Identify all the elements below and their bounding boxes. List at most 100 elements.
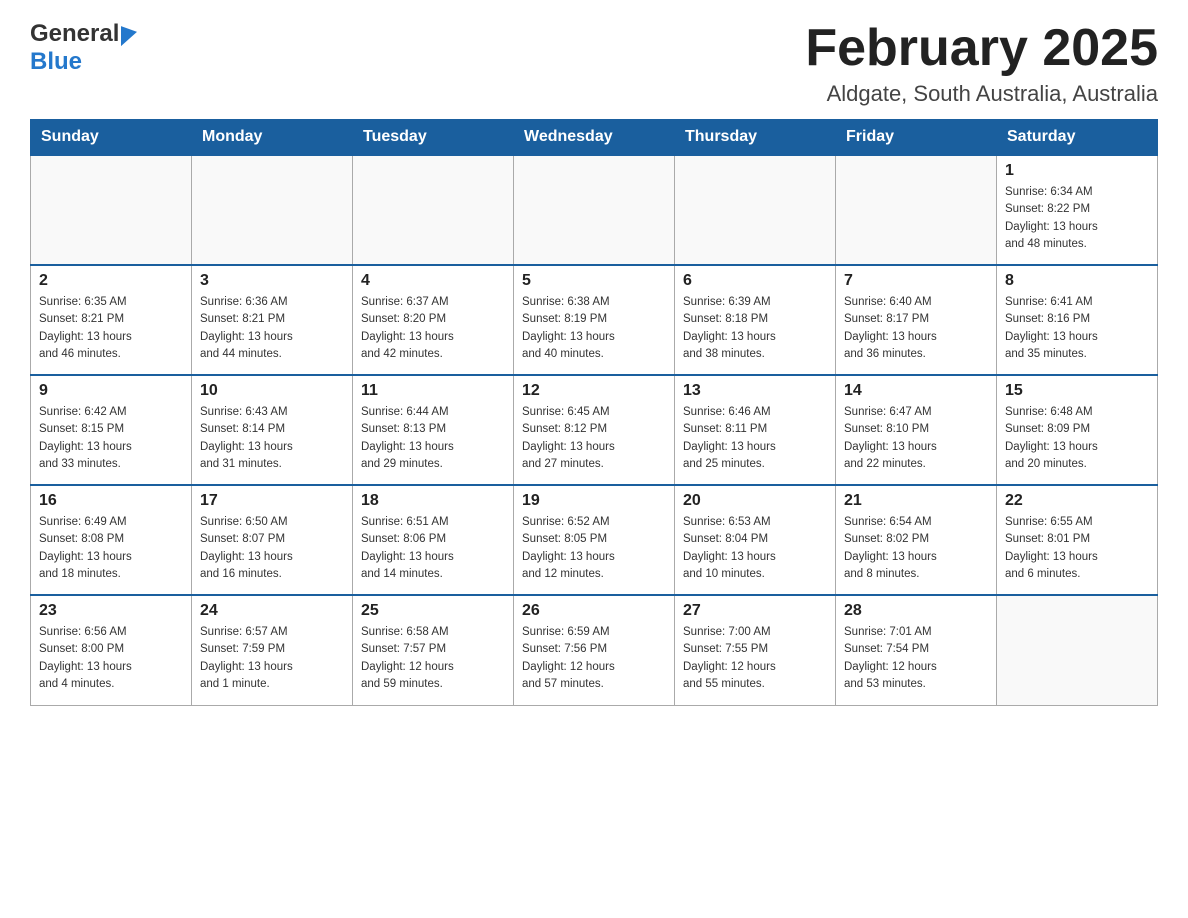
- day-number: 15: [1005, 382, 1149, 400]
- day-number: 24: [200, 602, 344, 620]
- calendar-cell: 3 Sunrise: 6:36 AMSunset: 8:21 PMDaylight…: [192, 265, 353, 375]
- calendar-cell: [192, 155, 353, 265]
- calendar-cell: [836, 155, 997, 265]
- day-number: 4: [361, 272, 505, 290]
- day-info: Sunrise: 6:54 AMSunset: 8:02 PMDaylight:…: [844, 514, 988, 583]
- title-block: February 2025 Aldgate, South Australia, …: [805, 20, 1158, 107]
- calendar-cell: 6 Sunrise: 6:39 AMSunset: 8:18 PMDaylight…: [675, 265, 836, 375]
- calendar-cell: 13 Sunrise: 6:46 AMSunset: 8:11 PMDayligh…: [675, 375, 836, 485]
- weekday-header-monday: Monday: [192, 120, 353, 156]
- calendar-cell: 23Sunrise: 6:56 AMSunset: 8:00 PMDayligh…: [31, 595, 192, 705]
- calendar-cell: 2 Sunrise: 6:35 AMSunset: 8:21 PMDaylight…: [31, 265, 192, 375]
- week-row-3: 9 Sunrise: 6:42 AMSunset: 8:15 PMDaylight…: [31, 375, 1158, 485]
- day-number: 25: [361, 602, 505, 620]
- day-number: 28: [844, 602, 988, 620]
- logo-arrow-icon: [121, 22, 137, 46]
- day-info: Sunrise: 6:47 AMSunset: 8:10 PMDaylight:…: [844, 404, 988, 473]
- day-info: Sunrise: 7:01 AMSunset: 7:54 PMDaylight:…: [844, 624, 988, 693]
- day-info: Sunrise: 6:39 AMSunset: 8:18 PMDaylight:…: [683, 294, 827, 363]
- calendar-cell: [675, 155, 836, 265]
- calendar-cell: 26Sunrise: 6:59 AMSunset: 7:56 PMDayligh…: [514, 595, 675, 705]
- calendar-cell: [514, 155, 675, 265]
- weekday-header-friday: Friday: [836, 120, 997, 156]
- day-info: Sunrise: 6:55 AMSunset: 8:01 PMDaylight:…: [1005, 514, 1149, 583]
- day-info: Sunrise: 6:35 AMSunset: 8:21 PMDaylight:…: [39, 294, 183, 363]
- week-row-1: 1 Sunrise: 6:34 AMSunset: 8:22 PMDaylight…: [31, 155, 1158, 265]
- calendar-cell: 24 Sunrise: 6:57 AMSunset: 7:59 PMDayligh…: [192, 595, 353, 705]
- week-row-5: 23Sunrise: 6:56 AMSunset: 8:00 PMDayligh…: [31, 595, 1158, 705]
- day-number: 1: [1005, 162, 1149, 180]
- day-info: Sunrise: 6:58 AMSunset: 7:57 PMDaylight:…: [361, 624, 505, 693]
- day-number: 2: [39, 272, 183, 290]
- calendar-table: SundayMondayTuesdayWednesdayThursdayFrid…: [30, 119, 1158, 706]
- day-info: Sunrise: 6:53 AMSunset: 8:04 PMDaylight:…: [683, 514, 827, 583]
- calendar-cell: 12 Sunrise: 6:45 AMSunset: 8:12 PMDayligh…: [514, 375, 675, 485]
- day-number: 7: [844, 272, 988, 290]
- day-number: 23: [39, 602, 183, 620]
- calendar-cell: 19 Sunrise: 6:52 AMSunset: 8:05 PMDayligh…: [514, 485, 675, 595]
- day-number: 13: [683, 382, 827, 400]
- day-info: Sunrise: 6:51 AMSunset: 8:06 PMDaylight:…: [361, 514, 505, 583]
- day-number: 26: [522, 602, 666, 620]
- calendar-cell: [31, 155, 192, 265]
- day-number: 21: [844, 492, 988, 510]
- day-number: 5: [522, 272, 666, 290]
- weekday-header-saturday: Saturday: [997, 120, 1158, 156]
- calendar-cell: 21 Sunrise: 6:54 AMSunset: 8:02 PMDayligh…: [836, 485, 997, 595]
- day-info: Sunrise: 6:46 AMSunset: 8:11 PMDaylight:…: [683, 404, 827, 473]
- weekday-header-sunday: Sunday: [31, 120, 192, 156]
- calendar-cell: 14 Sunrise: 6:47 AMSunset: 8:10 PMDayligh…: [836, 375, 997, 485]
- calendar-cell: 4Sunrise: 6:37 AMSunset: 8:20 PMDaylight…: [353, 265, 514, 375]
- calendar-cell: 16Sunrise: 6:49 AMSunset: 8:08 PMDayligh…: [31, 485, 192, 595]
- calendar-cell: 25 Sunrise: 6:58 AMSunset: 7:57 PMDayligh…: [353, 595, 514, 705]
- day-info: Sunrise: 6:42 AMSunset: 8:15 PMDaylight:…: [39, 404, 183, 473]
- calendar-cell: [997, 595, 1158, 705]
- location-subtitle: Aldgate, South Australia, Australia: [805, 81, 1158, 107]
- calendar-cell: 8Sunrise: 6:41 AMSunset: 8:16 PMDaylight…: [997, 265, 1158, 375]
- day-info: Sunrise: 6:36 AMSunset: 8:21 PMDaylight:…: [200, 294, 344, 363]
- day-info: Sunrise: 6:45 AMSunset: 8:12 PMDaylight:…: [522, 404, 666, 473]
- day-number: 10: [200, 382, 344, 400]
- logo: General Blue: [30, 20, 137, 76]
- logo-general-text: General: [30, 20, 119, 48]
- day-info: Sunrise: 6:52 AMSunset: 8:05 PMDaylight:…: [522, 514, 666, 583]
- calendar-cell: 22 Sunrise: 6:55 AMSunset: 8:01 PMDayligh…: [997, 485, 1158, 595]
- page-header: General Blue February 2025 Aldgate, Sout…: [30, 20, 1158, 107]
- day-number: 22: [1005, 492, 1149, 510]
- day-info: Sunrise: 6:38 AMSunset: 8:19 PMDaylight:…: [522, 294, 666, 363]
- day-number: 12: [522, 382, 666, 400]
- day-number: 14: [844, 382, 988, 400]
- calendar-cell: 10Sunrise: 6:43 AMSunset: 8:14 PMDayligh…: [192, 375, 353, 485]
- calendar-cell: 27 Sunrise: 7:00 AMSunset: 7:55 PMDayligh…: [675, 595, 836, 705]
- day-number: 17: [200, 492, 344, 510]
- day-number: 27: [683, 602, 827, 620]
- day-number: 9: [39, 382, 183, 400]
- day-number: 6: [683, 272, 827, 290]
- day-number: 11: [361, 382, 505, 400]
- day-info: Sunrise: 6:34 AMSunset: 8:22 PMDaylight:…: [1005, 184, 1149, 253]
- week-row-4: 16Sunrise: 6:49 AMSunset: 8:08 PMDayligh…: [31, 485, 1158, 595]
- calendar-cell: 11 Sunrise: 6:44 AMSunset: 8:13 PMDayligh…: [353, 375, 514, 485]
- calendar-cell: 7 Sunrise: 6:40 AMSunset: 8:17 PMDaylight…: [836, 265, 997, 375]
- calendar-cell: 18Sunrise: 6:51 AMSunset: 8:06 PMDayligh…: [353, 485, 514, 595]
- day-info: Sunrise: 6:40 AMSunset: 8:17 PMDaylight:…: [844, 294, 988, 363]
- day-info: Sunrise: 6:48 AMSunset: 8:09 PMDaylight:…: [1005, 404, 1149, 473]
- calendar-cell: 20 Sunrise: 6:53 AMSunset: 8:04 PMDayligh…: [675, 485, 836, 595]
- calendar-cell: [353, 155, 514, 265]
- calendar-cell: 15 Sunrise: 6:48 AMSunset: 8:09 PMDayligh…: [997, 375, 1158, 485]
- weekday-header-tuesday: Tuesday: [353, 120, 514, 156]
- day-info: Sunrise: 7:00 AMSunset: 7:55 PMDaylight:…: [683, 624, 827, 693]
- calendar-cell: 17 Sunrise: 6:50 AMSunset: 8:07 PMDayligh…: [192, 485, 353, 595]
- day-number: 20: [683, 492, 827, 510]
- calendar-cell: 1 Sunrise: 6:34 AMSunset: 8:22 PMDaylight…: [997, 155, 1158, 265]
- weekday-header-row: SundayMondayTuesdayWednesdayThursdayFrid…: [31, 120, 1158, 156]
- day-info: Sunrise: 6:44 AMSunset: 8:13 PMDaylight:…: [361, 404, 505, 473]
- calendar-cell: 28 Sunrise: 7:01 AMSunset: 7:54 PMDayligh…: [836, 595, 997, 705]
- calendar-cell: 5 Sunrise: 6:38 AMSunset: 8:19 PMDaylight…: [514, 265, 675, 375]
- day-info: Sunrise: 6:57 AMSunset: 7:59 PMDaylight:…: [200, 624, 344, 693]
- weekday-header-thursday: Thursday: [675, 120, 836, 156]
- day-number: 19: [522, 492, 666, 510]
- day-number: 3: [200, 272, 344, 290]
- day-info: Sunrise: 6:50 AMSunset: 8:07 PMDaylight:…: [200, 514, 344, 583]
- calendar-cell: 9 Sunrise: 6:42 AMSunset: 8:15 PMDaylight…: [31, 375, 192, 485]
